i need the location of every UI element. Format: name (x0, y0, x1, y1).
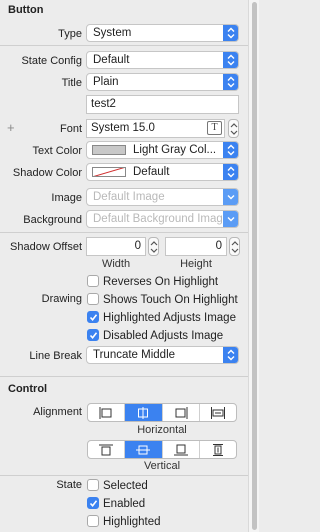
chevron-updown-icon (223, 164, 238, 180)
background-label: Background (23, 214, 82, 226)
divider (0, 45, 248, 46)
checkbox-unchecked-icon (87, 515, 99, 527)
checkmark-icon (87, 311, 99, 323)
align-fill-vertical-icon[interactable] (200, 441, 236, 458)
type-value: System (93, 27, 132, 39)
font-value: System 15.0 (91, 122, 155, 134)
checkmark-icon (87, 497, 99, 509)
state-config-value: Default (93, 54, 130, 66)
background-combo[interactable]: Default Background Imag (86, 210, 239, 228)
width-sublabel: Width (101, 258, 131, 270)
line-break-value: Truncate Middle (93, 349, 176, 361)
highlighted-label: Highlighted (103, 516, 161, 528)
align-right-icon[interactable] (163, 404, 200, 421)
title-label: Title (61, 77, 82, 89)
control-section-title: Control (8, 383, 48, 395)
shadow-height-stepper[interactable] (229, 237, 240, 256)
text-color-value: Light Gray Col... (133, 144, 217, 156)
chevron-updown-icon (223, 74, 238, 90)
shadow-offset-height-field[interactable]: 0 (165, 237, 227, 256)
enabled-checkbox[interactable]: Enabled (87, 497, 145, 510)
font-picker-icon[interactable]: T (207, 121, 222, 135)
font-label: Font (59, 123, 82, 135)
button-section-title: Button (8, 4, 44, 16)
chevron-updown-icon (223, 347, 238, 363)
align-left-icon[interactable] (88, 404, 126, 421)
disabled-adjusts-label: Disabled Adjusts Image (103, 330, 224, 342)
no-color-swatch-icon (92, 167, 126, 177)
align-center-icon[interactable] (125, 404, 163, 421)
section-divider (0, 376, 248, 377)
color-swatch (92, 145, 126, 155)
vertical-alignment-segmented-control[interactable] (87, 440, 237, 459)
image-label: Image (51, 192, 82, 204)
disabled-adjusts-checkbox[interactable]: Disabled Adjusts Image (87, 329, 223, 342)
image-combo[interactable]: Default Image (86, 188, 239, 206)
shadow-offset-width-field[interactable]: 0 (86, 237, 146, 256)
horizontal-alignment-segmented-control[interactable] (87, 403, 237, 422)
height-sublabel: Height (180, 258, 212, 270)
checkbox-unchecked-icon (87, 293, 99, 305)
reverses-on-highlight-checkbox[interactable]: Reverses On Highlight (87, 275, 218, 288)
horizontal-label: Horizontal (137, 424, 187, 436)
text-color-label: Text Color (32, 145, 82, 157)
highlighted-adjusts-label: Highlighted Adjusts Image (103, 312, 236, 324)
selected-checkbox[interactable]: Selected (87, 479, 148, 492)
title-value: Plain (93, 76, 119, 88)
align-middle-icon[interactable] (125, 441, 163, 458)
chevron-down-icon (223, 211, 238, 227)
attributes-inspector: Button Type System State Config Default … (0, 0, 248, 532)
line-break-label: Line Break (29, 350, 82, 362)
vertical-label: Vertical (143, 460, 181, 472)
checkbox-unchecked-icon (87, 275, 99, 287)
type-label: Type (58, 28, 82, 40)
highlighted-adjusts-checkbox[interactable]: Highlighted Adjusts Image (87, 311, 236, 324)
alignment-label: Alignment (33, 406, 82, 418)
chevron-updown-icon (223, 25, 238, 41)
checkmark-icon (87, 329, 99, 341)
type-popup[interactable]: System (86, 24, 239, 42)
divider (0, 232, 248, 233)
image-placeholder: Default Image (93, 191, 165, 203)
title-popup[interactable]: Plain (86, 73, 239, 91)
checkbox-unchecked-icon (87, 479, 99, 491)
selected-label: Selected (103, 480, 148, 492)
align-top-icon[interactable] (88, 441, 126, 458)
reverses-label: Reverses On Highlight (103, 276, 219, 288)
shadow-color-value: Default (133, 166, 170, 178)
chevron-updown-icon (223, 142, 238, 158)
shadow-color-label: Shadow Color (12, 167, 82, 179)
background-placeholder: Default Background Imag (93, 213, 223, 225)
title-text-field[interactable]: test2 (86, 95, 239, 114)
divider (0, 475, 248, 476)
state-config-label: State Config (21, 55, 82, 67)
text-color-popup[interactable]: Light Gray Col... (86, 141, 239, 159)
shows-touch-label: Shows Touch On Highlight (103, 294, 238, 306)
vertical-scrollbar[interactable] (248, 0, 259, 532)
line-break-popup[interactable]: Truncate Middle (86, 346, 239, 364)
align-bottom-icon[interactable] (163, 441, 200, 458)
state-config-popup[interactable]: Default (86, 51, 239, 69)
highlighted-checkbox[interactable]: Highlighted (87, 515, 161, 528)
drawing-label: Drawing (41, 293, 82, 305)
shadow-width-stepper[interactable] (148, 237, 159, 256)
shows-touch-checkbox[interactable]: Shows Touch On Highlight (87, 293, 238, 306)
state-label: State (56, 479, 82, 491)
align-fill-horizontal-icon[interactable] (200, 404, 236, 421)
font-size-stepper[interactable] (228, 119, 239, 138)
chevron-updown-icon (223, 52, 238, 68)
scrollbar-thumb[interactable] (252, 2, 257, 530)
shadow-color-popup[interactable]: Default (86, 163, 239, 181)
chevron-down-icon (223, 189, 238, 205)
enabled-label: Enabled (103, 498, 146, 510)
shadow-offset-label: Shadow Offset (10, 241, 82, 253)
font-field[interactable]: System 15.0 T (86, 119, 225, 138)
